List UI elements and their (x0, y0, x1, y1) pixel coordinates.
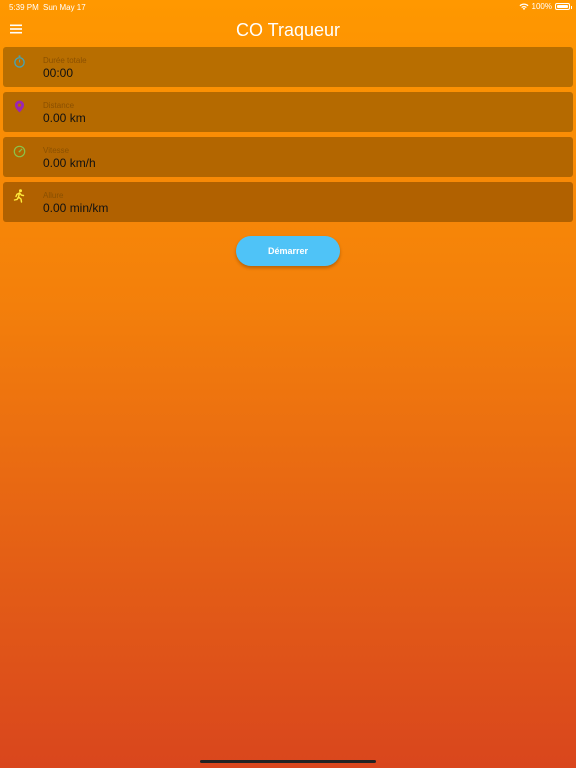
page-title: CO Traqueur (235, 20, 341, 40)
stopwatch-icon (12, 54, 26, 68)
wifi-icon (519, 2, 529, 10)
running-person-icon (12, 189, 26, 203)
status-time: 5:39 PM (9, 3, 39, 12)
app-bar: CO Traqueur (0, 14, 576, 46)
card-label: Vitesse (43, 146, 70, 155)
map-pin-svg (14, 100, 24, 112)
duration-card: Durée totale 00:00 (3, 47, 573, 87)
distance-card: Distance 0.00 km (3, 92, 573, 132)
speedometer-icon (12, 144, 26, 158)
status-date: Sun May 17 (43, 3, 86, 12)
card-label: Distance (43, 101, 75, 110)
pace-card: Allure 0.00 min/km (3, 182, 573, 222)
battery-fill (557, 5, 568, 8)
home-indicator[interactable] (200, 760, 376, 763)
card-value: 00:00 (43, 66, 74, 80)
battery-icon (555, 3, 572, 10)
running-person-svg (13, 189, 25, 203)
card-label: Durée totale (43, 56, 87, 65)
start-button[interactable]: Démarrer (236, 236, 340, 266)
stopwatch-svg (13, 54, 25, 68)
status-right: 100% (519, 2, 572, 11)
speedometer-svg (13, 145, 25, 157)
card-value: 0.00 km/h (43, 156, 96, 170)
map-pin-icon (12, 99, 26, 113)
card-value: 0.00 km (43, 111, 86, 125)
card-label: Allure (43, 191, 64, 200)
status-bar: 5:39 PM Sun May 17 100% (0, 0, 576, 14)
card-value: 0.00 min/km (43, 201, 109, 215)
battery-percent: 100% (531, 2, 552, 11)
speed-card: Vitesse 0.00 km/h (3, 137, 573, 177)
